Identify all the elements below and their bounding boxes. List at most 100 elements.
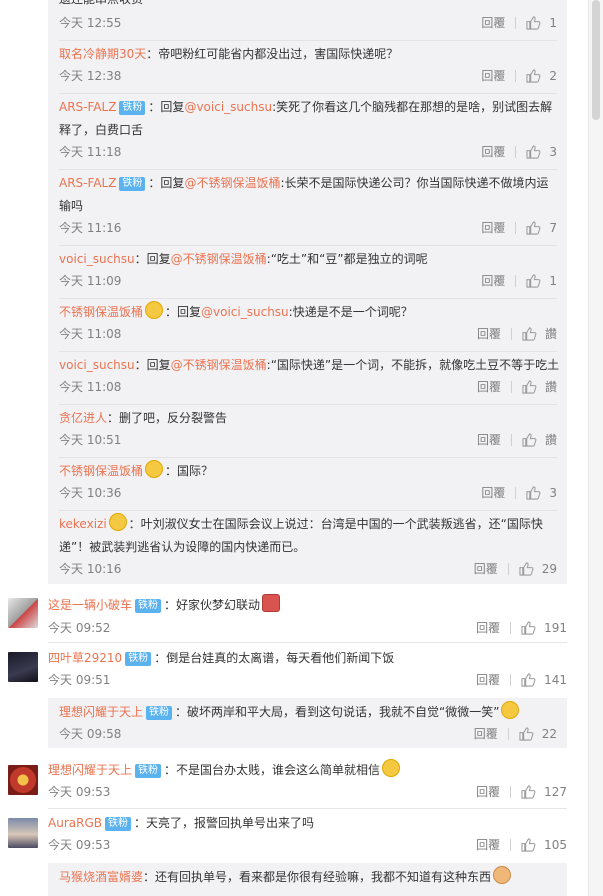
like-button[interactable]: 29 xyxy=(519,560,557,578)
smile-emoji-icon xyxy=(501,701,520,719)
mention-link[interactable]: @voici_suchsu xyxy=(184,100,272,114)
divider xyxy=(515,275,517,287)
like-count: 191 xyxy=(544,621,567,635)
like-button[interactable]: 讚 xyxy=(522,325,557,343)
like-button[interactable]: 1 xyxy=(526,14,557,32)
comment-content: ：倒是台娃真的太离谱，每天看他们新闻下饭 xyxy=(154,651,395,665)
like-button[interactable]: 105 xyxy=(521,836,567,854)
reply-item: 理想闪耀于天上 铁粉 ：破坏两岸和平大局，看到这句说话，我就不自觉“微微一笑” 今天… xyxy=(59,698,557,748)
like-button[interactable]: 3 xyxy=(526,143,557,161)
avatar[interactable] xyxy=(8,598,38,628)
username-link[interactable]: ARS-FALZ xyxy=(59,100,116,114)
divider xyxy=(510,839,512,851)
comment-item: 理想闪耀于天上 铁粉 ：不是国台办太贱，谁会这么简单就相信 今天 09:53 回覆 … xyxy=(0,755,589,808)
scrollbar[interactable] xyxy=(588,0,603,896)
like-count: 讚 xyxy=(544,380,557,394)
vip-emoji-icon xyxy=(145,301,164,319)
mention-link[interactable]: @不锈钢保温饭桶 xyxy=(171,358,267,372)
username-link[interactable]: 取名冷静期30天 xyxy=(59,47,146,61)
reply-button[interactable]: 回覆 xyxy=(476,619,500,637)
reply-button[interactable]: 回覆 xyxy=(476,671,500,689)
divider xyxy=(515,17,517,29)
reply-button[interactable]: 回覆 xyxy=(481,484,505,502)
reply-button[interactable]: 回覆 xyxy=(476,836,500,854)
divider xyxy=(510,674,512,686)
like-button[interactable]: 1 xyxy=(526,272,557,290)
reply-time: 今天 11:18 xyxy=(59,145,122,159)
thumbs-up-icon xyxy=(526,16,541,30)
like-button[interactable]: 讚 xyxy=(522,378,557,396)
like-button[interactable]: 191 xyxy=(521,619,567,637)
divider xyxy=(507,728,509,740)
reply-button[interactable]: 回覆 xyxy=(474,725,498,743)
vip-emoji-icon xyxy=(108,513,127,531)
smile-emoji-icon xyxy=(382,759,401,777)
thumbs-up-icon xyxy=(522,327,537,341)
username-link[interactable]: 四叶草29210 xyxy=(48,651,122,665)
avatar[interactable] xyxy=(8,818,38,848)
reply-button[interactable]: 回覆 xyxy=(481,67,505,85)
username-link[interactable]: 这是一辆小破车 xyxy=(48,598,132,612)
like-count: 105 xyxy=(544,838,567,852)
fan-badge: 铁粉 xyxy=(125,652,152,666)
reply-text: ARS-FALZ 铁粉 ：回复@voici_suchsu:笑死了你看这几个脑残都在那… xyxy=(59,96,557,142)
avatar[interactable] xyxy=(8,652,38,682)
reply-button[interactable]: 回覆 xyxy=(477,325,501,343)
reply-button[interactable]: 回覆 xyxy=(481,219,505,237)
avatar[interactable] xyxy=(8,765,38,795)
reply-button[interactable]: 回覆 xyxy=(481,272,505,290)
reply-button[interactable]: 回覆 xyxy=(474,560,498,578)
like-button[interactable]: 141 xyxy=(521,671,567,689)
fan-badge: 铁粉 xyxy=(104,817,131,831)
reply-text: 马猴烧酒富婿婆：还有回执单号，看来都是你很有经验嘛，我都不知道有这种东西 xyxy=(59,866,557,889)
username-link[interactable]: ARS-FALZ xyxy=(59,176,116,190)
username-link[interactable]: 不锈钢保温饭桶 xyxy=(59,464,143,478)
thumbs-up-icon xyxy=(521,621,536,635)
reply-button[interactable]: 回覆 xyxy=(477,378,501,396)
mention-link[interactable]: @不锈钢保温饭桶 xyxy=(171,252,267,266)
like-button[interactable]: 22 xyxy=(519,725,557,743)
username-link[interactable]: voici_suchsu xyxy=(59,358,135,372)
reply-button[interactable]: 回覆 xyxy=(481,143,505,161)
username-link[interactable]: voici_suchsu xyxy=(59,252,135,266)
like-button[interactable]: 127 xyxy=(521,783,567,801)
reply-thread: 遗还能串点收货 今天 12:55 回覆 1 取名冷静期30天：帝吧粉红可能省内都… xyxy=(48,0,567,584)
like-button[interactable]: 2 xyxy=(526,67,557,85)
scrollbar-thumb[interactable] xyxy=(592,0,600,120)
like-button[interactable]: 3 xyxy=(526,484,557,502)
reply-content: ：国际？ xyxy=(165,464,214,478)
divider xyxy=(510,328,512,340)
reply-time: 今天 10:16 xyxy=(59,562,122,576)
reply-text: ARS-FALZ 铁粉 ：回复@不锈钢保温饭桶:长荣不是国际快递公司？你当国际快递不… xyxy=(59,172,557,218)
username-link[interactable]: 贪亿进人 xyxy=(59,411,107,425)
username-link[interactable]: 马猴烧酒富婿婆 xyxy=(59,870,143,884)
username-link[interactable]: AuraRGB xyxy=(48,816,102,830)
like-button[interactable]: 讚 xyxy=(522,431,557,449)
divider xyxy=(515,487,517,499)
like-count: 1 xyxy=(549,16,557,30)
username-link[interactable]: 理想闪耀于天上 xyxy=(48,763,132,777)
vip-emoji-icon xyxy=(145,460,164,478)
like-count: 22 xyxy=(541,727,557,741)
divider xyxy=(515,70,517,82)
comment-item: 四叶草29210 铁粉 ：倒是台娃真的太离谱，每天看他们新闻下饭 今天 09:51 … xyxy=(0,642,589,750)
reply-prefix: ：回复 xyxy=(148,100,185,114)
like-button[interactable]: 7 xyxy=(526,219,557,237)
reply-time: 今天 12:55 xyxy=(59,16,122,30)
username-link[interactable]: kekexizi xyxy=(59,517,107,531)
username-link[interactable]: 不锈钢保温饭桶 xyxy=(59,305,143,319)
reply-text: voici_suchsu：回复@不锈钢保温饭桶:“国际快递”是一个词，不能拆，就… xyxy=(59,354,559,377)
thumbs-up-icon xyxy=(526,486,541,500)
reply-button[interactable]: 回覆 xyxy=(481,14,505,32)
like-count: 29 xyxy=(541,562,557,576)
mention-link[interactable]: @不锈钢保温饭桶 xyxy=(184,176,280,190)
like-count: 2 xyxy=(549,69,557,83)
like-count: 127 xyxy=(544,785,567,799)
comment-time: 今天 09:51 xyxy=(48,673,111,687)
reply-button[interactable]: 回覆 xyxy=(476,783,500,801)
username-link[interactable]: 理想闪耀于天上 xyxy=(59,705,143,719)
divider xyxy=(515,146,517,158)
reply-button[interactable]: 回覆 xyxy=(477,431,501,449)
mention-link[interactable]: @voici_suchsu xyxy=(201,305,289,319)
reply-item: 马猴烧酒富婿婆：还有回执单号，看来都是你很有经验嘛，我都不知道有这种东西 xyxy=(59,863,557,896)
